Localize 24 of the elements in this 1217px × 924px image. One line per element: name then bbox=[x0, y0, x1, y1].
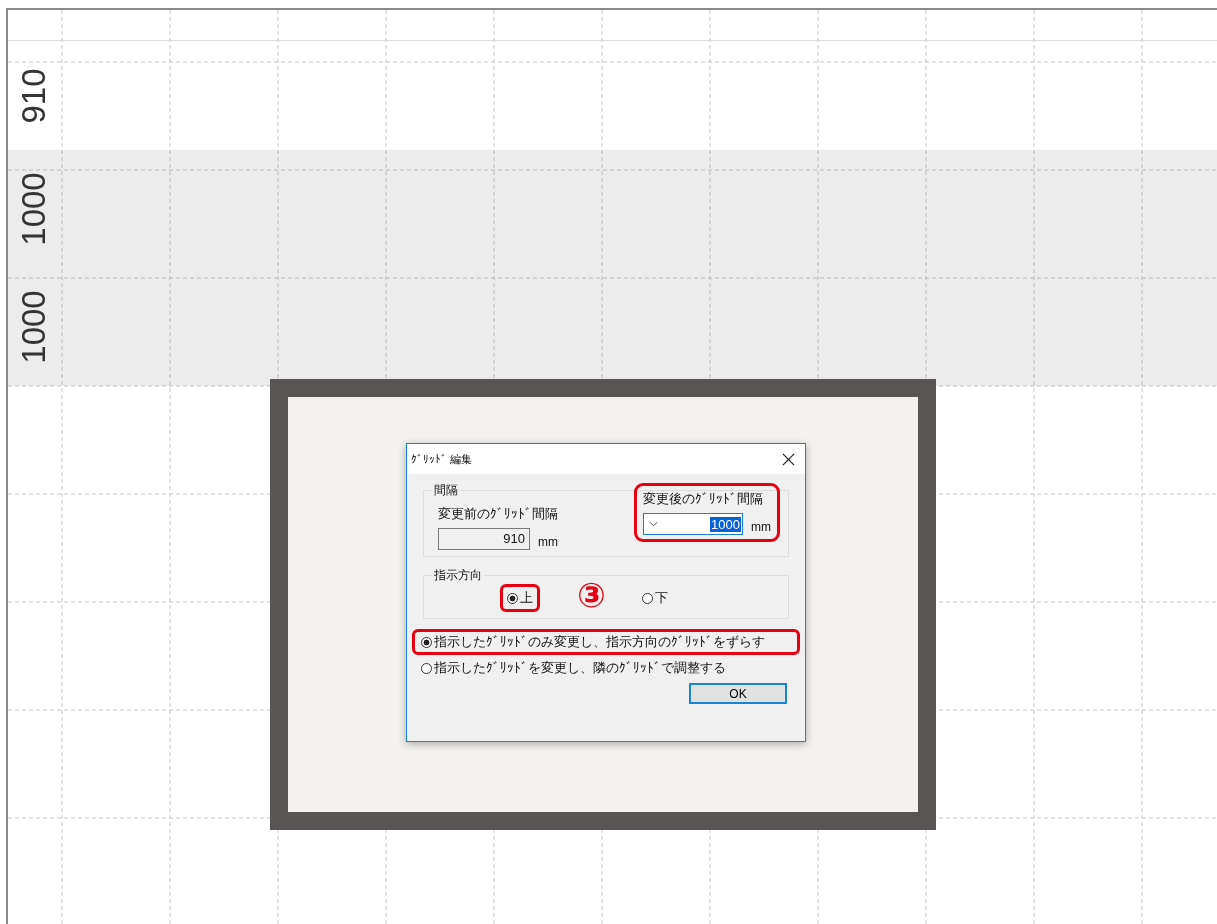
dimension-label: 1000 bbox=[15, 290, 53, 364]
dimension-label: 910 bbox=[15, 67, 53, 124]
close-icon[interactable] bbox=[782, 452, 795, 466]
unit-label: mm bbox=[751, 520, 771, 534]
radio-button[interactable] bbox=[642, 592, 653, 604]
field-label: 変更後のｸﾞﾘｯﾄﾞ間隔 bbox=[643, 490, 764, 508]
window-title: ｸﾞﾘｯﾄﾞ 編集 bbox=[411, 451, 473, 467]
dimension-label: 1000 bbox=[15, 172, 53, 246]
radio-option[interactable]: 指示したｸﾞﾘｯﾄﾞのみ変更し、指示方向のｸﾞﾘｯﾄﾞをずらす bbox=[412, 629, 800, 655]
chevron-down-icon[interactable] bbox=[649, 521, 658, 527]
radio-button[interactable] bbox=[421, 662, 432, 674]
unit-label: mm bbox=[538, 535, 558, 549]
group-label: 指示方向 bbox=[433, 567, 483, 584]
field-label: 変更前のｸﾞﾘｯﾄﾞ間隔 bbox=[438, 505, 558, 523]
ok-button[interactable]: OK bbox=[689, 683, 787, 704]
radio-option[interactable]: 上 bbox=[500, 584, 540, 612]
radio-button[interactable] bbox=[421, 636, 432, 648]
text-field[interactable]: 910 bbox=[438, 528, 530, 550]
step-number: ③ bbox=[577, 578, 606, 612]
radio-option[interactable]: 下 bbox=[635, 584, 675, 612]
radio-option[interactable]: 指示したｸﾞﾘｯﾄﾞを変更し、隣のｸﾞﾘｯﾄﾞで調整する bbox=[412, 655, 800, 681]
group-label: 間隔 bbox=[433, 482, 459, 499]
combo-box[interactable]: 1000 bbox=[643, 513, 743, 535]
radio-button[interactable] bbox=[507, 592, 518, 604]
